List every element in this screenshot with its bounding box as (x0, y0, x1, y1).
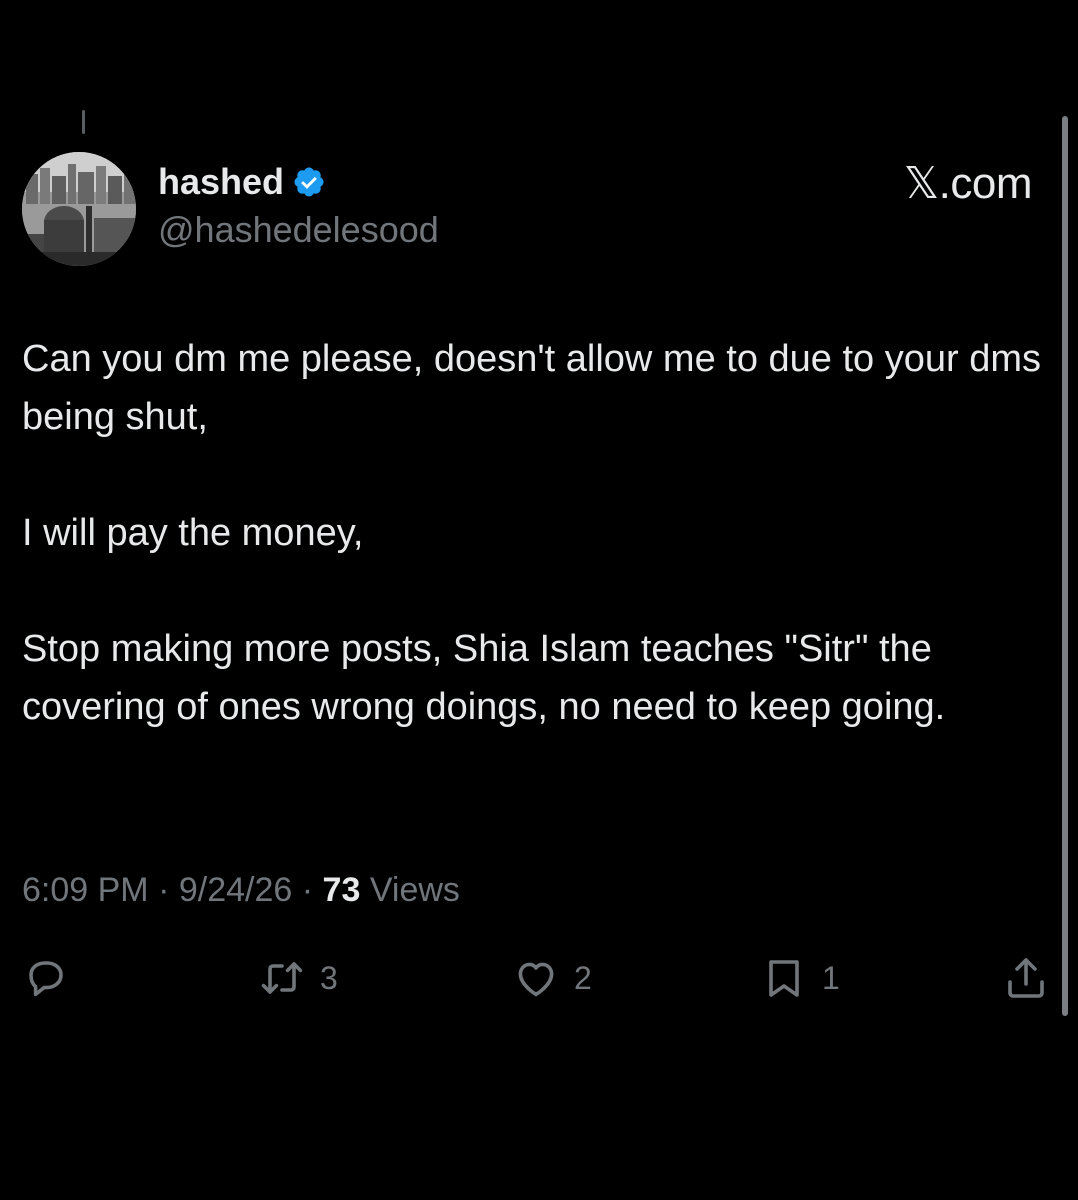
views-count: 73 (322, 871, 361, 909)
post-paragraph: I will pay the money, (22, 512, 364, 554)
author-name-row: hashed (158, 158, 326, 206)
bookmark-button[interactable]: 1 (760, 950, 840, 1006)
post-action-bar: 3 2 1 (22, 950, 1056, 1006)
site-watermark: 𝕏.com (903, 159, 1033, 208)
reply-button[interactable] (22, 950, 84, 1006)
bookmark-icon (769, 960, 799, 997)
avatar-photo-icon (22, 152, 136, 266)
repost-count: 3 (320, 959, 338, 996)
avatar[interactable] (22, 152, 136, 266)
post-time[interactable]: 6:09 PM (22, 871, 149, 909)
post-date[interactable]: 9/24/26 (179, 871, 292, 909)
thread-connector-line (82, 110, 85, 134)
meta-separator: · (301, 871, 314, 909)
like-count: 2 (574, 959, 592, 996)
verified-badge-icon (292, 165, 326, 199)
share-button[interactable] (1002, 950, 1050, 1006)
like-button[interactable]: 2 (512, 950, 592, 1006)
post-paragraph: Can you dm me please, doesn't allow me t… (22, 338, 1042, 438)
repost-button[interactable]: 3 (258, 950, 338, 1006)
post-meta: 6:09 PM · 9/24/26 · 73 Views (22, 866, 460, 914)
post-text: Can you dm me please, doesn't allow me t… (22, 330, 1042, 736)
post-paragraph: Stop making more posts, Shia Islam teach… (22, 628, 946, 728)
heart-icon (518, 962, 554, 997)
author-display-name[interactable]: hashed (158, 158, 284, 206)
bookmark-count: 1 (822, 959, 840, 996)
views-label: Views (369, 871, 460, 909)
scrollbar[interactable] (1062, 116, 1068, 1016)
meta-separator: · (158, 871, 170, 909)
author-handle[interactable]: @hashedelesood (158, 206, 439, 254)
reply-icon (29, 961, 63, 997)
share-icon (1008, 958, 1044, 998)
repost-icon (261, 962, 303, 994)
